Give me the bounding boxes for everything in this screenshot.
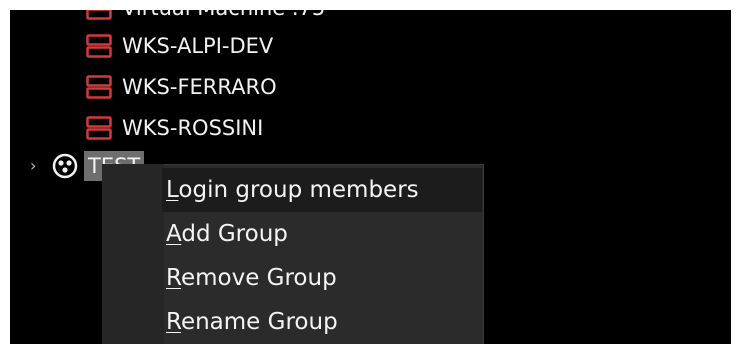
context-menu-gutter: [102, 164, 164, 344]
menu-item-label: Login group members: [162, 177, 419, 203]
menu-item-login-group-members[interactable]: Login group members: [162, 168, 482, 212]
tree-item-label: WKS-ALPI-DEV: [122, 34, 274, 58]
tree-panel: Virtual Machine .75 WKS-ALPI-DEV WKS-FER…: [10, 10, 731, 344]
server-icon: [86, 10, 112, 20]
menu-item-accelerator: L: [166, 177, 179, 203]
menu-item-text: dd Group: [181, 221, 288, 247]
menu-item-text: emove Group: [180, 265, 337, 291]
menu-item-rename-group[interactable]: Rename Group: [162, 300, 482, 344]
tree-item-wks-ferraro[interactable]: WKS-FERRARO: [10, 69, 410, 105]
tree-item-wks-alpi-dev[interactable]: WKS-ALPI-DEV: [10, 28, 410, 64]
tree-item-label: WKS-FERRARO: [122, 75, 277, 99]
expand-chevron-icon[interactable]: ›: [30, 158, 42, 174]
menu-item-accelerator: A: [166, 221, 182, 247]
menu-item-label: Add Group: [162, 221, 288, 247]
tree-item-wks-rossini[interactable]: WKS-ROSSINI: [10, 110, 410, 146]
menu-item-text: ogin group members: [178, 177, 419, 203]
menu-item-label: Remove Group: [162, 265, 337, 291]
menu-item-text: ename Group: [180, 309, 338, 335]
menu-item-label: Rename Group: [162, 309, 338, 335]
menu-item-add-group[interactable]: Add Group: [162, 212, 482, 256]
server-icon: [86, 34, 112, 58]
tree-item-label: Virtual Machine .75: [122, 10, 325, 26]
menu-item-accelerator: R: [166, 265, 181, 291]
menu-item-remove-group[interactable]: Remove Group: [162, 256, 482, 300]
tree-item-partial[interactable]: Virtual Machine .75: [10, 10, 410, 26]
server-icon: [86, 116, 112, 140]
group-icon: [52, 153, 78, 179]
server-icon: [86, 75, 112, 99]
menu-item-accelerator: R: [166, 309, 181, 335]
tree-item-label: WKS-ROSSINI: [122, 116, 264, 140]
